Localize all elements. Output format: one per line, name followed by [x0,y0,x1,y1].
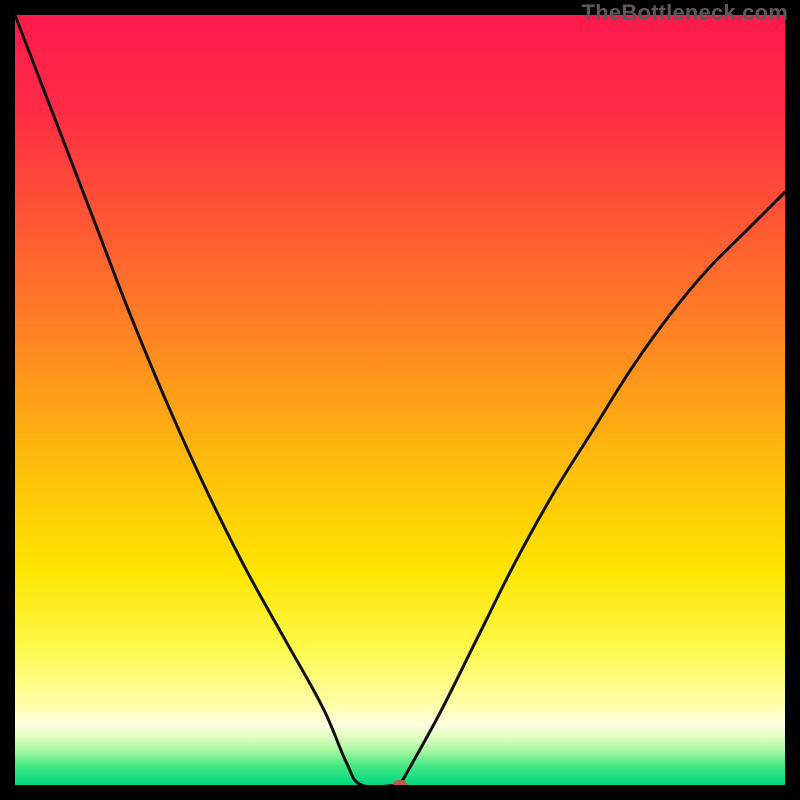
plot-area [15,15,785,785]
watermark-label: TheBottleneck.com [582,0,788,26]
optimal-point-marker [393,780,407,785]
bottleneck-curve [15,15,785,785]
chart-frame: TheBottleneck.com [0,0,800,800]
